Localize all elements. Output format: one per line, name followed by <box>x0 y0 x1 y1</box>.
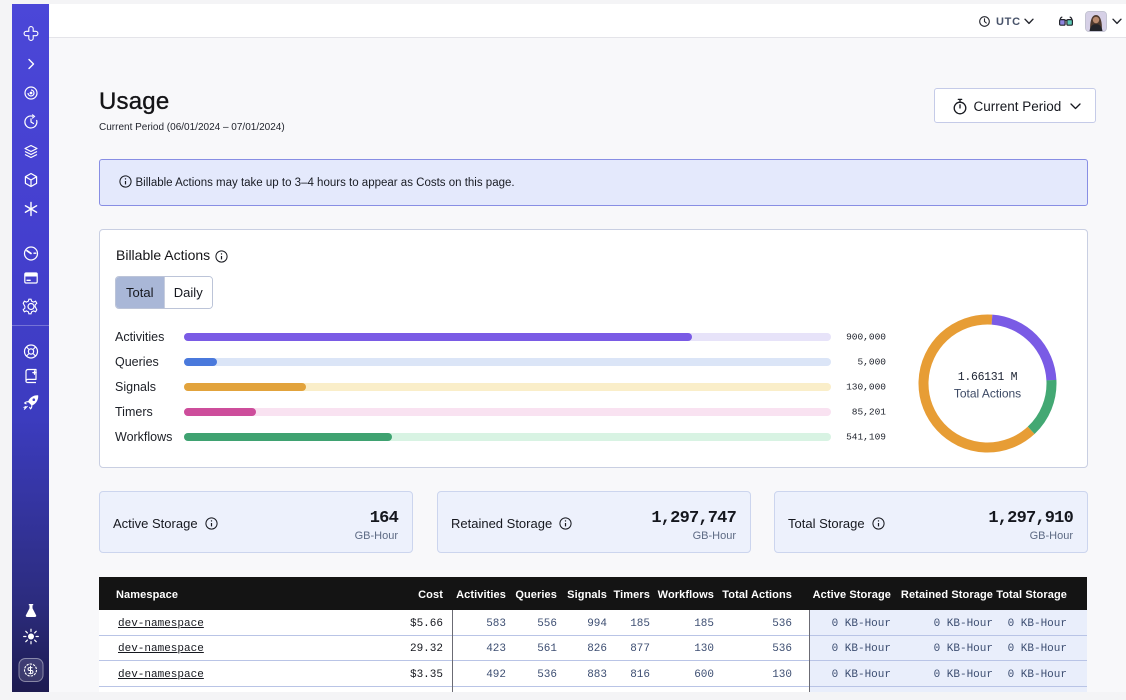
svg-text:Total Actions: Total Actions <box>954 387 1021 401</box>
svg-text:1.66131 M: 1.66131 M <box>958 371 1018 384</box>
